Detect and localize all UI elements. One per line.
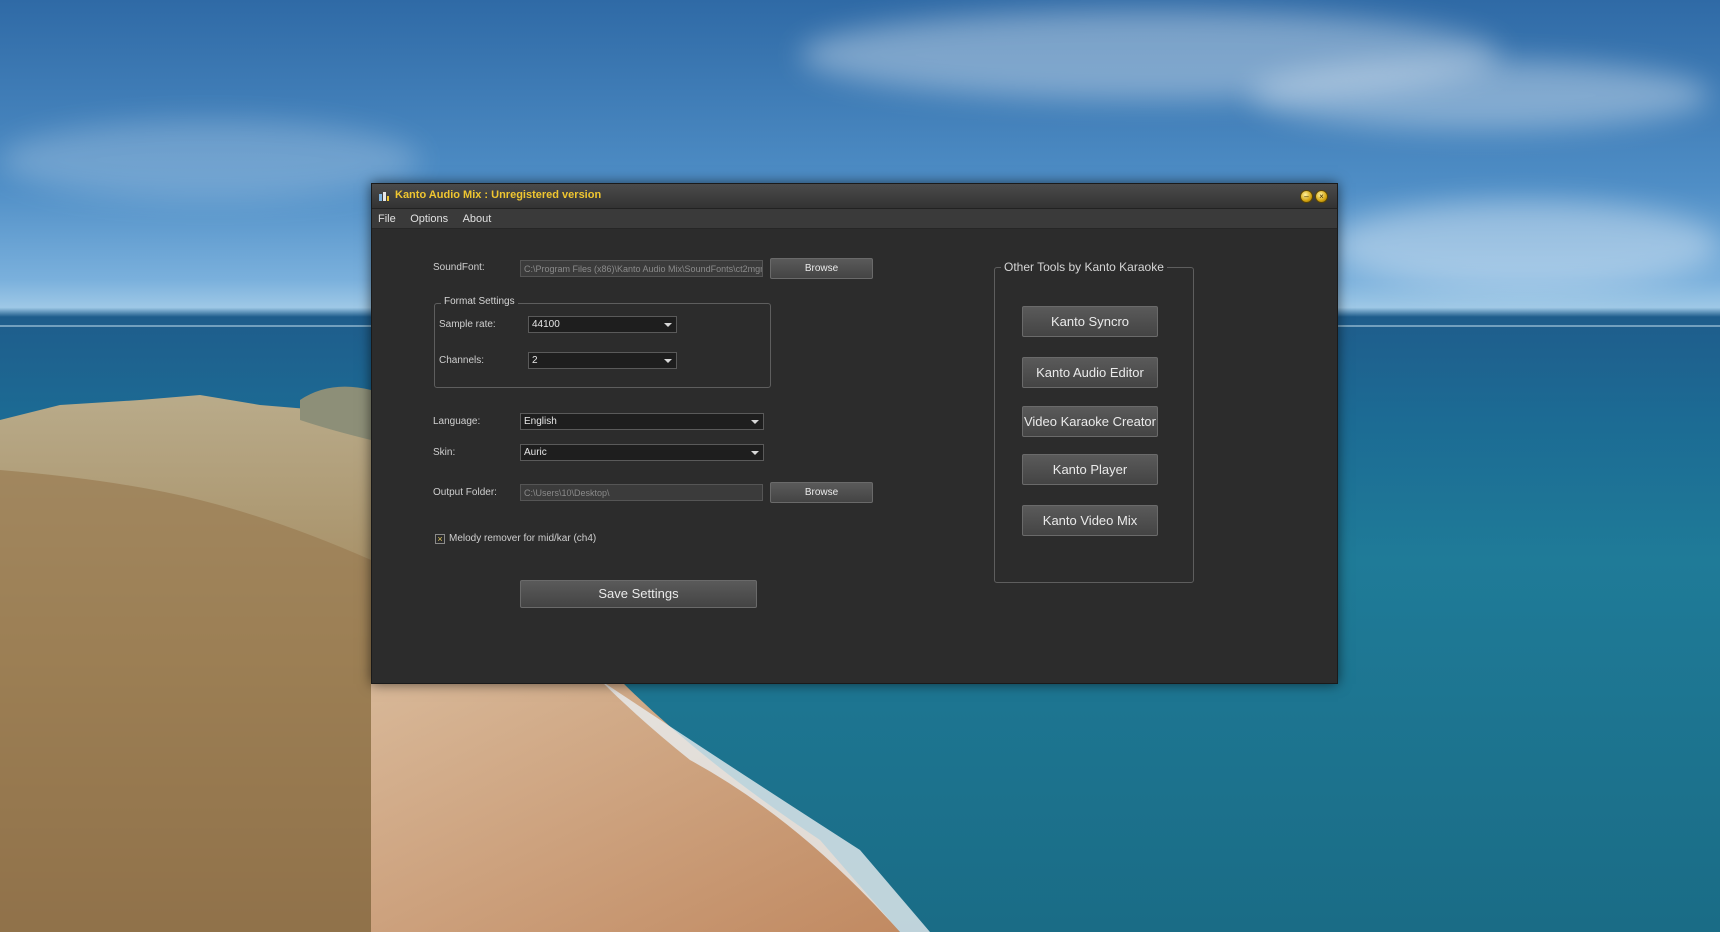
menu-about[interactable]: About [457, 210, 496, 225]
settings-panel: SoundFont: C:\Program Files (x86)\Kanto … [372, 229, 1337, 683]
soundfont-path-field[interactable]: C:\Program Files (x86)\Kanto Audio Mix\S… [520, 260, 763, 277]
video-karaoke-creator-button[interactable]: Video Karaoke Creator [1022, 406, 1158, 437]
chevron-down-icon [664, 323, 672, 327]
menu-options[interactable]: Options [404, 210, 452, 225]
menu-file[interactable]: File [372, 210, 400, 225]
chevron-down-icon [751, 451, 759, 455]
chevron-down-icon [751, 420, 759, 424]
menu-bar: File Options About [372, 209, 1337, 229]
channels-label: Channels: [439, 355, 485, 366]
other-tools-title: Other Tools by Kanto Karaoke [1001, 260, 1167, 274]
kanto-app-icon [379, 192, 389, 201]
app-window: Kanto Audio Mix : Unregistered version –… [371, 183, 1338, 684]
language-dropdown[interactable]: English [520, 413, 764, 430]
window-title: Kanto Audio Mix : Unregistered version [395, 189, 602, 201]
sample-rate-dropdown[interactable]: 44100 [528, 316, 677, 333]
output-folder-field[interactable]: C:\Users\10\Desktop\ [520, 484, 763, 501]
sample-rate-value: 44100 [532, 319, 560, 330]
close-icon[interactable]: × [1315, 190, 1328, 203]
output-folder-label: Output Folder: [433, 487, 497, 498]
format-settings-group: Format Settings Sample rate: 44100 Chann… [434, 296, 771, 388]
kanto-video-mix-button[interactable]: Kanto Video Mix [1022, 505, 1158, 536]
melody-remover-label[interactable]: Melody remover for mid/kar (ch4) [449, 533, 596, 544]
language-value: English [524, 416, 557, 427]
soundfont-label: SoundFont: [433, 262, 485, 273]
soundfont-browse-button[interactable]: Browse [770, 258, 873, 279]
sample-rate-label: Sample rate: [439, 319, 496, 330]
chevron-down-icon [664, 359, 672, 363]
save-settings-button[interactable]: Save Settings [520, 580, 757, 608]
title-bar[interactable]: Kanto Audio Mix : Unregistered version –… [372, 184, 1337, 209]
other-tools-group: Other Tools by Kanto Karaoke Kanto Syncr… [994, 260, 1194, 583]
melody-remover-checkbox[interactable]: × [435, 534, 445, 544]
skin-dropdown[interactable]: Auric [520, 444, 764, 461]
channels-value: 2 [532, 355, 538, 366]
skin-value: Auric [524, 447, 547, 458]
check-icon: × [437, 534, 443, 544]
minimize-icon[interactable]: – [1300, 190, 1313, 203]
kanto-audio-editor-button[interactable]: Kanto Audio Editor [1022, 357, 1158, 388]
kanto-syncro-button[interactable]: Kanto Syncro [1022, 306, 1158, 337]
output-folder-browse-button[interactable]: Browse [770, 482, 873, 503]
skin-label: Skin: [433, 447, 456, 458]
channels-dropdown[interactable]: 2 [528, 352, 677, 369]
kanto-player-button[interactable]: Kanto Player [1022, 454, 1158, 485]
format-settings-title: Format Settings [441, 296, 518, 307]
language-label: Language: [433, 416, 481, 427]
